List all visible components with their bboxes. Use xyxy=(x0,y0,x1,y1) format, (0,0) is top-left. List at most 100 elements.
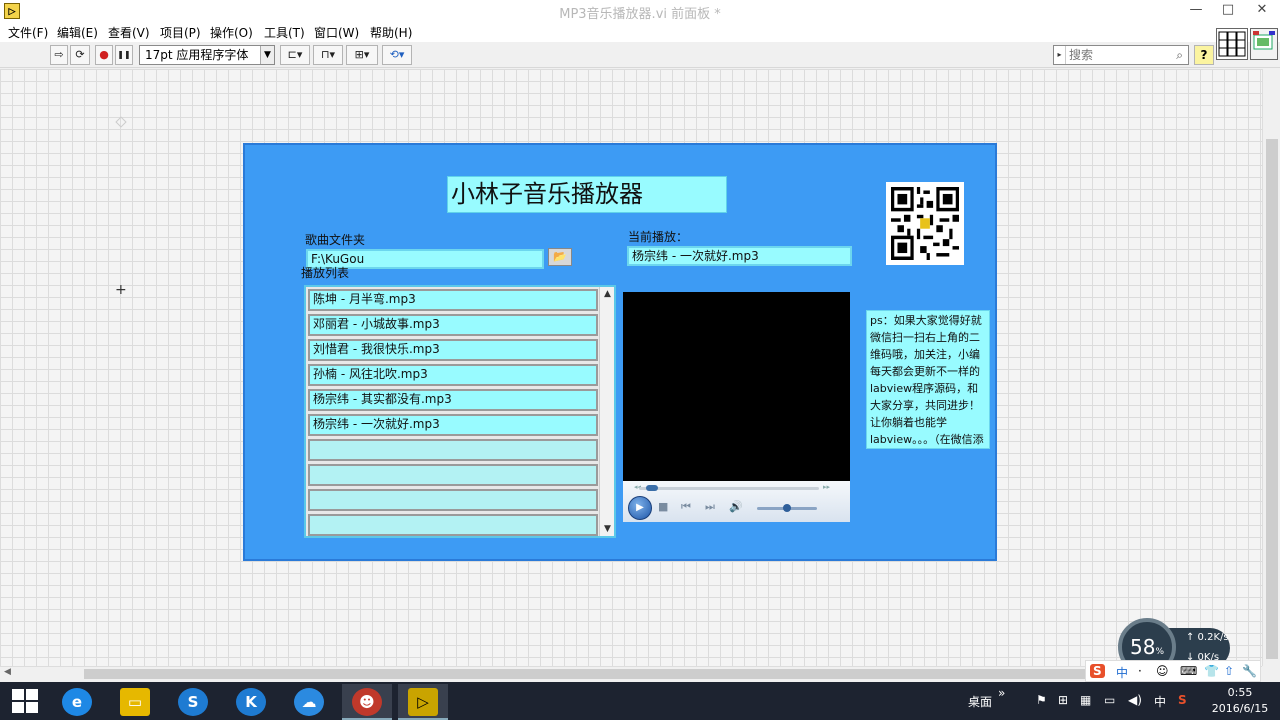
windows-tray-icon[interactable]: ⊞ xyxy=(1058,693,1068,707)
flag-icon[interactable]: ⚑ xyxy=(1036,693,1047,707)
playlist-item[interactable]: 刘惜君 - 我很快乐.mp3 xyxy=(308,339,598,361)
sogou-tray-icon[interactable]: S xyxy=(1178,693,1187,707)
ime-mode-toggle[interactable]: 中 xyxy=(1116,664,1128,681)
taskbar-game-icon[interactable]: ☻ xyxy=(342,684,392,720)
context-help-button[interactable]: ? xyxy=(1194,45,1214,65)
menu-operate[interactable]: 操作(O) xyxy=(210,24,253,41)
playlist-item[interactable]: 杨宗纬 - 其实都没有.mp3 xyxy=(308,389,598,411)
crosshair-cursor-icon: + xyxy=(115,282,127,298)
taskbar-clock[interactable]: 0:55 2016/6/15 xyxy=(1205,685,1275,717)
resize-objects-button[interactable]: ⊞▾ xyxy=(346,45,378,65)
search-input[interactable]: ▸ 搜索 ⌕ xyxy=(1053,45,1189,65)
punctuation-icon[interactable]: · xyxy=(1138,664,1142,678)
menu-tools[interactable]: 工具(T) xyxy=(264,24,305,41)
volume-slider[interactable] xyxy=(757,504,817,512)
volume-tray-icon[interactable]: ◀) xyxy=(1128,693,1142,707)
vertical-scroll-thumb[interactable] xyxy=(1266,139,1278,659)
play-button[interactable]: ▶ xyxy=(628,496,652,520)
pause-button[interactable]: ❚❚ xyxy=(115,45,133,65)
next-button[interactable]: ⏭ xyxy=(705,500,715,514)
sogou-logo-icon[interactable]: S xyxy=(1090,664,1105,678)
playlist-item-empty[interactable] xyxy=(308,489,598,511)
ime-toolbar: S 中 · ☺ ⌨ 👕 ⇧ 🔧 xyxy=(1085,660,1261,682)
taskbar-baidu-cloud-icon[interactable]: ☁ xyxy=(284,684,334,720)
menu-edit[interactable]: 编辑(E) xyxy=(57,24,98,41)
scroll-down-icon[interactable]: ▼ xyxy=(600,524,615,534)
battery-icon[interactable]: ▭ xyxy=(1104,693,1115,707)
playlist-item[interactable]: 杨宗纬 - 一次就好.mp3 xyxy=(308,414,598,436)
abort-button[interactable]: ● xyxy=(95,45,113,65)
playlist-scrollbar[interactable]: ▲ ▼ xyxy=(599,287,614,536)
player-panel: 小林子音乐播放器 歌曲文件夹 F:\KuGou 📂 播放列表 当前播放： 杨宗纬… xyxy=(243,143,997,561)
menu-file[interactable]: 文件(F) xyxy=(8,24,48,41)
network-icon[interactable]: ▦ xyxy=(1080,693,1091,707)
taskbar-labview-icon[interactable]: ▷ xyxy=(398,684,448,720)
menu-view[interactable]: 查看(V) xyxy=(108,24,150,41)
volume-slider-knob[interactable] xyxy=(783,504,791,512)
playlist-item-empty[interactable] xyxy=(308,464,598,486)
menu-window[interactable]: 窗口(W) xyxy=(314,24,359,41)
chevron-down-icon: ▼ xyxy=(260,46,274,64)
windows-start-icon[interactable] xyxy=(12,689,38,713)
playlist-item[interactable]: 孙楠 - 风往北吹.mp3 xyxy=(308,364,598,386)
scroll-left-icon[interactable]: ◀ xyxy=(4,667,11,677)
distribute-objects-button[interactable]: ⊓▾ xyxy=(313,45,343,65)
font-select-value: 17pt 应用程序字体 xyxy=(145,48,249,62)
font-select[interactable]: 17pt 应用程序字体 ▼ xyxy=(139,45,275,65)
upload-icon[interactable]: ⇧ xyxy=(1224,664,1234,678)
stop-button[interactable]: ■ xyxy=(658,500,668,513)
align-objects-button[interactable]: ⊏▾ xyxy=(280,45,310,65)
search-placeholder: 搜索 xyxy=(1069,48,1094,62)
keyboard-icon[interactable]: ⌨ xyxy=(1180,664,1197,678)
close-button[interactable]: ✕ xyxy=(1244,0,1280,22)
seek-bar[interactable] xyxy=(639,485,819,491)
playlist-listbox[interactable]: 陈坤 - 月半弯.mp3 邓丽君 - 小城故事.mp3 刘惜君 - 我很快乐.m… xyxy=(304,285,616,538)
folder-icon: 📂 xyxy=(553,250,567,263)
taskbar: e ▭ S K ☁ ☻ ▷ 桌面 » ⚑ ⊞ ▦ ▭ ◀) 中 S 0:55 2… xyxy=(0,682,1280,720)
horizontal-scroll-thumb[interactable] xyxy=(84,669,1234,679)
taskbar-file-explorer-icon[interactable]: ▭ xyxy=(110,684,160,720)
desktop-toolbar-label[interactable]: 桌面 xyxy=(968,693,992,710)
volume-icon[interactable]: 🔊 xyxy=(729,500,743,513)
connector-pane-graphic xyxy=(1253,31,1275,50)
playlist-label: 播放列表 xyxy=(301,266,350,280)
minimize-button[interactable]: — xyxy=(1180,0,1212,22)
media-player-controls: ◂◂ ▸▸ ▶ ■ ⏮ ⏭ 🔊 xyxy=(623,481,850,522)
playlist-item-empty[interactable] xyxy=(308,439,598,461)
folder-label: 歌曲文件夹 xyxy=(305,233,366,247)
browse-folder-button[interactable]: 📂 xyxy=(548,248,572,266)
now-playing-value: 杨宗纬 - 一次就好.mp3 xyxy=(632,249,759,263)
taskbar-ie-icon[interactable]: e xyxy=(52,684,102,720)
playlist-item[interactable]: 陈坤 - 月半弯.mp3 xyxy=(308,289,598,311)
upload-rate: ↑ 0.2K/s xyxy=(1186,632,1229,643)
settings-wrench-icon[interactable]: 🔧 xyxy=(1242,664,1257,678)
vi-icon[interactable] xyxy=(1216,28,1248,60)
app-title: 小林子音乐播放器 xyxy=(447,176,727,213)
run-continuously-button[interactable]: ⟳ xyxy=(70,45,90,65)
vertical-scrollbar[interactable] xyxy=(1262,69,1280,666)
playlist-item-empty[interactable] xyxy=(308,514,598,536)
skin-icon[interactable]: 👕 xyxy=(1204,664,1219,678)
clock-time: 0:55 xyxy=(1227,686,1253,699)
run-button[interactable]: ⇨ xyxy=(50,45,68,65)
menu-help[interactable]: 帮助(H) xyxy=(370,24,412,41)
promo-note: ps：如果大家觉得好就微信扫一扫右上角的二维码哦，加关注，小编每天都会更新不一样… xyxy=(866,310,990,449)
menu-project[interactable]: 项目(P) xyxy=(160,24,201,41)
connector-pane-icon[interactable] xyxy=(1250,28,1278,60)
scroll-up-icon[interactable]: ▲ xyxy=(600,289,615,299)
tray-expand-icon[interactable]: » xyxy=(998,686,1005,700)
playlist-item[interactable]: 邓丽君 - 小城故事.mp3 xyxy=(308,314,598,336)
taskbar-kugou-icon[interactable]: K xyxy=(226,684,276,720)
previous-button[interactable]: ⏮ xyxy=(681,500,691,514)
cpu-percent-sign: % xyxy=(1155,647,1164,657)
video-display xyxy=(623,292,850,482)
vi-icon-graphic xyxy=(1218,31,1246,57)
taskbar-sogou-icon[interactable]: S xyxy=(168,684,218,720)
maximize-button[interactable]: □ xyxy=(1212,0,1244,22)
emoji-icon[interactable]: ☺ xyxy=(1156,664,1169,678)
reorder-button[interactable]: ⟲▾ xyxy=(382,45,412,65)
ime-tray-indicator[interactable]: 中 xyxy=(1154,693,1166,710)
horizontal-scrollbar[interactable]: ◀ ▶ xyxy=(0,666,1262,680)
seek-bar-knob[interactable] xyxy=(645,485,658,491)
toolbar: ⇨ ⟳ ● ❚❚ 17pt 应用程序字体 ▼ ⊏▾ ⊓▾ ⊞▾ ⟲▾ ▸ 搜索 … xyxy=(0,42,1280,68)
